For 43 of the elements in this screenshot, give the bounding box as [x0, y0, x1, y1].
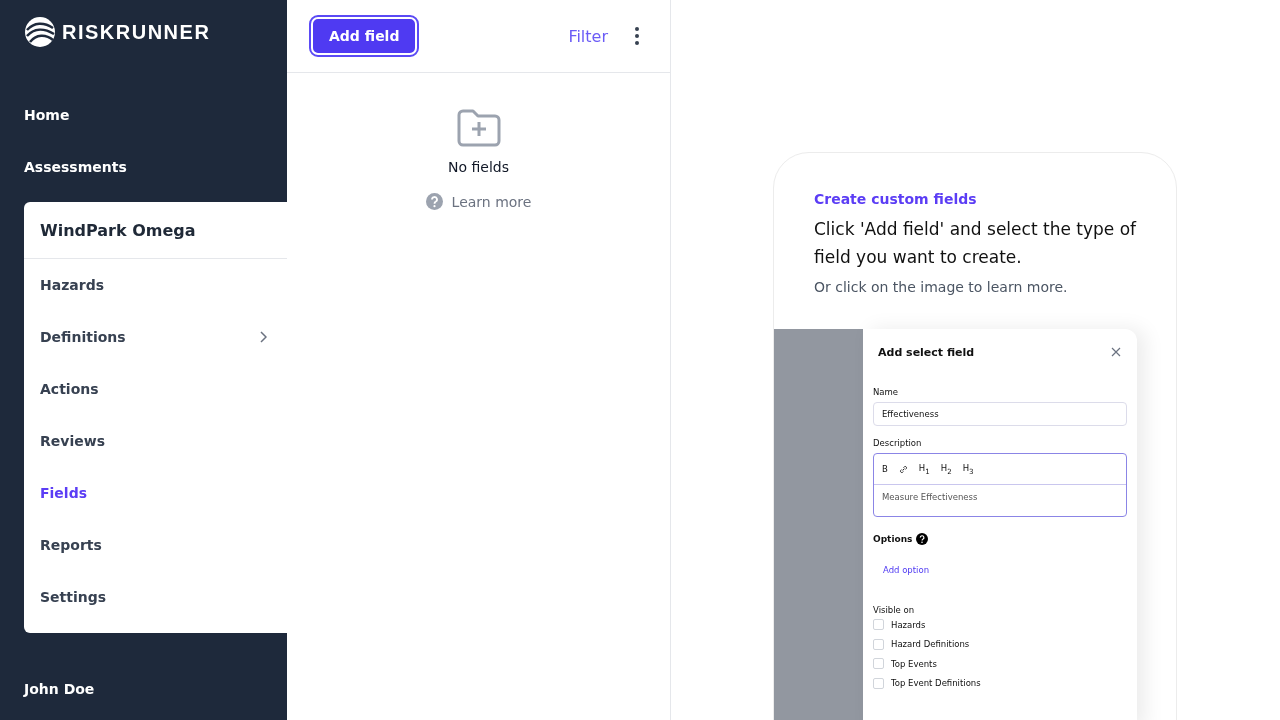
nav-link[interactable]: Home	[24, 89, 287, 141]
project-nav-item[interactable]: Reports	[24, 519, 287, 571]
project-title: WindPark Omega	[24, 202, 287, 259]
help-card-subtext: Or click on the image to learn more.	[814, 279, 1069, 295]
name-field: Effectiveness	[873, 402, 1127, 426]
project-nav-item[interactable]: Reviews	[24, 415, 287, 467]
logo-icon	[24, 16, 56, 48]
field-label: Description	[873, 438, 923, 448]
checkbox-label: Top Event Definitions	[891, 678, 981, 689]
format-label: H$_{3}$	[962, 462, 974, 476]
user-link[interactable]: John Doe	[24, 663, 287, 715]
help-card-heading: Click 'Add field' and select the type of field you want to create.	[814, 218, 1138, 269]
add-field-button[interactable]: Add field	[311, 17, 418, 55]
project-nav-item[interactable]: Hazards	[24, 259, 287, 311]
link-icon	[898, 464, 908, 474]
project-nav-item[interactable]: Settings	[24, 571, 287, 623]
format-label: H$_{2}$	[940, 462, 952, 476]
learn-more-link[interactable]: Learn more	[451, 193, 532, 210]
checkbox-label: Top Events	[891, 658, 937, 669]
add-option-link: Add option	[883, 565, 930, 575]
field-label: Visible on	[873, 605, 916, 615]
checkbox-label: Hazard Definitions	[891, 639, 970, 650]
options-label: Options	[873, 534, 913, 544]
filter-link[interactable]: Filter	[568, 26, 608, 46]
project-nav-item[interactable]: Fields	[24, 467, 287, 519]
more-options-icon[interactable]	[634, 26, 640, 46]
empty-state-title: No fields	[448, 159, 509, 175]
field-label: Name	[873, 387, 900, 397]
checkbox-label: Hazards	[891, 619, 926, 630]
folder-plus-icon	[456, 109, 501, 147]
nav-link[interactable]: Assessments	[24, 141, 287, 193]
project-nav-item[interactable]: Actions	[24, 363, 287, 415]
help-icon	[425, 193, 443, 210]
description-text: Measure Effectiveness	[881, 491, 979, 504]
dialog-preview[interactable]: Add select field Name Effectiveness Description B H$_{1}$ H$_{2}$ H$_{3}$ Measure Effectiveness Options Add option Visible on Hazards Hazard Definitions Top Events Top Event Definitions	[863, 329, 1137, 720]
logo-text: RISKRUNNER	[62, 20, 211, 44]
project-nav-item[interactable]: Definitions	[24, 311, 287, 363]
dialog-title: Add select field	[878, 345, 975, 359]
close-icon	[1111, 347, 1121, 357]
format-label: B	[882, 464, 888, 474]
help-card-eyebrow: Create custom fields	[814, 191, 978, 207]
help-icon	[916, 533, 929, 545]
format-label: H$_{1}$	[918, 462, 930, 476]
